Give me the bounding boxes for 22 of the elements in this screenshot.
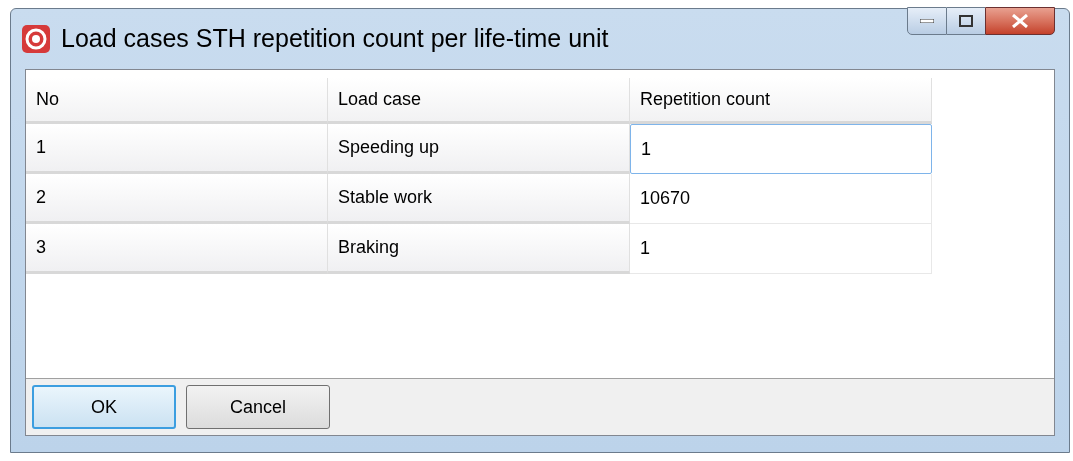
value-field[interactable]: 1 — [630, 224, 932, 274]
value-field[interactable]: 10670 — [630, 174, 932, 224]
table-cell: Speeding up — [328, 124, 630, 174]
close-icon — [1011, 14, 1029, 28]
minimize-button[interactable] — [907, 7, 947, 35]
dialog-button[interactable]: Cancel — [186, 385, 330, 429]
column-header[interactable]: No — [26, 78, 328, 124]
window-title: Load cases STH repetition count per life-time unit — [61, 23, 609, 55]
column-header[interactable]: Load case — [328, 78, 630, 124]
column-header[interactable]: Repetition count — [630, 78, 932, 124]
table-cell: Braking — [328, 224, 630, 274]
close-button[interactable] — [985, 7, 1055, 35]
maximize-button[interactable] — [947, 7, 985, 35]
app-logo-icon — [21, 24, 51, 54]
dialog-button[interactable]: OK — [32, 385, 176, 429]
table-cell: 1 — [26, 124, 328, 174]
table-cell: 2 — [26, 174, 328, 224]
table-cell: 3 — [26, 224, 328, 274]
restore-icon — [959, 15, 973, 27]
table-cell: Stable work — [328, 174, 630, 224]
minimize-icon — [920, 19, 934, 23]
value-field[interactable]: 1 — [630, 124, 932, 174]
